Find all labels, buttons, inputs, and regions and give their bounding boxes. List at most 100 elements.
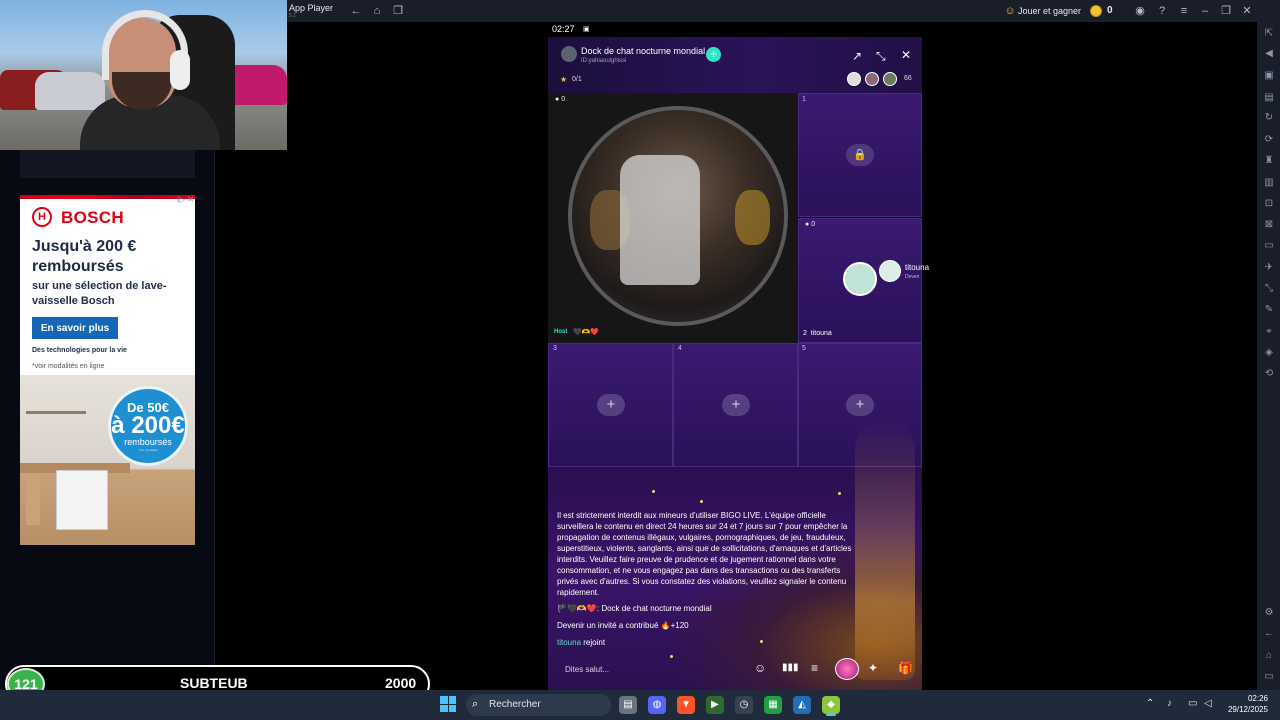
layers-icon[interactable]: ◈ <box>1262 347 1276 359</box>
webcam-feed <box>0 0 287 150</box>
gamepad-icon[interactable]: ♜ <box>1262 155 1276 167</box>
restore-icon[interactable]: ❐ <box>1219 4 1233 18</box>
collapse-icon[interactable]: ⤡ <box>876 50 886 62</box>
panel-strip <box>20 150 195 178</box>
record-icon[interactable]: ⊠ <box>1262 219 1276 231</box>
host-light <box>735 190 770 245</box>
eco-icon[interactable]: ✎ <box>1262 304 1276 316</box>
macro-icon[interactable]: ↻ <box>1262 112 1276 124</box>
photos-icon[interactable]: ◭ <box>793 696 811 714</box>
shake-icon[interactable]: ⤡ <box>1262 283 1276 295</box>
star-icon: ★ <box>560 75 568 84</box>
game-controller-icon[interactable]: ☺ <box>1004 4 1016 18</box>
multi-instance-icon[interactable]: ❐ <box>392 4 404 18</box>
follow-button[interactable]: + <box>706 47 721 62</box>
home-icon[interactable]: ⌂ <box>371 4 383 18</box>
sub-goal-label: SUBTEUB <box>180 675 248 691</box>
gift-icon[interactable]: 🎁 <box>898 662 913 674</box>
close-window-icon[interactable]: ✕ <box>1240 4 1254 18</box>
taskbar-search-label: Rechercher <box>489 699 541 710</box>
bosch-ad[interactable]: H BOSCH i▷ ✕ Jusqu'à 200 € remboursés su… <box>20 195 195 545</box>
stats-icon[interactable]: ▥ <box>1262 177 1276 189</box>
ad-subline: sur une sélection de lave-vaisselle Bosc… <box>32 280 167 307</box>
viewer-count[interactable]: 66 <box>904 75 912 82</box>
more-menu-icon[interactable]: ≡ <box>811 662 818 674</box>
discord-icon[interactable]: ◍ <box>648 696 666 714</box>
sync-icon[interactable]: ⟳ <box>1262 134 1276 146</box>
host-tag: Host <box>554 329 568 335</box>
viewer-avatar[interactable] <box>847 72 861 86</box>
android-recents-icon[interactable]: ▭ <box>1262 671 1276 683</box>
rotate-icon[interactable]: ⟲ <box>1262 368 1276 380</box>
display-icon[interactable]: ▭ <box>1188 698 1197 709</box>
spreadsheet-icon[interactable]: ▦ <box>764 696 782 714</box>
seat-add-icon[interactable]: + <box>846 394 874 416</box>
chat-input[interactable]: Dites salut... <box>565 665 609 674</box>
ad-choices-icon[interactable]: i▷ ✕ <box>176 195 194 205</box>
back-icon[interactable]: ← <box>350 4 362 18</box>
ad-offer-badge: De 50€ à 200€ remboursés *voir modalités <box>108 386 188 466</box>
guest-coins: 0 <box>811 221 816 228</box>
seat-add-icon[interactable]: + <box>722 394 750 416</box>
sparkle <box>760 640 763 643</box>
boost-icon[interactable]: ✦ <box>868 662 878 674</box>
dishwasher <box>56 470 108 530</box>
seat-2-label: 2 titouna <box>803 330 832 337</box>
chat-username[interactable]: titouna <box>557 638 581 647</box>
viewer-avatar[interactable] <box>883 72 897 86</box>
location-icon[interactable]: ⌖ <box>1262 326 1276 338</box>
minimize-icon[interactable]: – <box>1198 4 1212 18</box>
seat-number: 5 <box>802 345 806 352</box>
streaming-app-icon[interactable]: ▶ <box>706 696 724 714</box>
guest-avatar[interactable] <box>843 262 877 296</box>
help-icon[interactable]: ? <box>1155 4 1169 18</box>
airplane-icon[interactable]: ✈ <box>1262 262 1276 274</box>
tray-overflow-icon[interactable]: ⌃ <box>1146 698 1154 709</box>
menu-icon[interactable]: ≡ <box>1177 4 1191 18</box>
recorder-icon[interactable]: ◷ <box>735 696 753 714</box>
settings-icon[interactable]: ⚙ <box>1262 607 1276 619</box>
event-gift-icon[interactable] <box>835 658 859 680</box>
windows-taskbar <box>0 690 1280 720</box>
chat-message: Devenir un invité a contribué 🔥+120 <box>557 621 689 630</box>
sparkle <box>652 490 655 493</box>
viewer-avatar[interactable] <box>865 72 879 86</box>
room-id: ID:yahiaoulghissi <box>581 58 627 64</box>
emoji-icon[interactable]: ☺ <box>754 662 766 674</box>
app-title: App Player <box>289 3 334 13</box>
guest-name: titouna <box>905 263 930 272</box>
ad-cta-button[interactable]: En savoir plus <box>32 317 118 339</box>
room-avatar[interactable] <box>561 46 577 62</box>
guest-mini-avatar <box>879 260 901 282</box>
play-and-win-link[interactable]: Jouer et gagner <box>1018 6 1081 16</box>
seat-add-icon[interactable]: + <box>597 394 625 416</box>
clock-time[interactable]: 02:26 <box>1234 694 1268 703</box>
speaker-icon[interactable]: ◁ <box>1204 698 1212 709</box>
panel-divider <box>214 150 215 720</box>
folder-icon[interactable]: ▭ <box>1262 240 1276 252</box>
android-back-icon[interactable]: ← <box>1262 628 1276 640</box>
apk-icon[interactable]: ▤ <box>1262 92 1276 104</box>
sidebar-expand-icon[interactable]: ⇱ <box>1262 28 1276 40</box>
guest-coin-count: ● 0 <box>805 221 816 228</box>
media-icon[interactable]: ▣ <box>1262 70 1276 82</box>
kitchen-shelf <box>26 411 86 414</box>
account-icon[interactable]: ◉ <box>1133 4 1147 18</box>
ad-tagline: Des technologies pour la vie <box>32 347 127 354</box>
bluestacks-icon[interactable]: ◆ <box>822 696 840 714</box>
brave-icon[interactable]: ▼ <box>677 696 695 714</box>
screenshot-icon[interactable]: ⊡ <box>1262 198 1276 210</box>
seat-number: 4 <box>678 345 682 352</box>
host-emojis: 🖤🫶❤️ <box>573 329 600 336</box>
android-home-icon[interactable]: ⌂ <box>1262 650 1276 662</box>
audio-icon[interactable]: ▮▮▮ <box>782 662 799 674</box>
microphone-icon[interactable]: ♪ <box>1167 698 1172 709</box>
seat-number: 2 <box>803 330 807 337</box>
task-view-icon[interactable]: ▤ <box>619 696 637 714</box>
clock-date[interactable]: 29/12/2025 <box>1226 705 1268 714</box>
share-icon[interactable]: ↗ <box>852 50 862 62</box>
car-silver <box>35 72 105 110</box>
volume-icon[interactable]: ◀ <box>1262 48 1276 60</box>
close-room-icon[interactable]: ✕ <box>901 49 911 61</box>
windows-start-icon[interactable] <box>440 696 456 712</box>
